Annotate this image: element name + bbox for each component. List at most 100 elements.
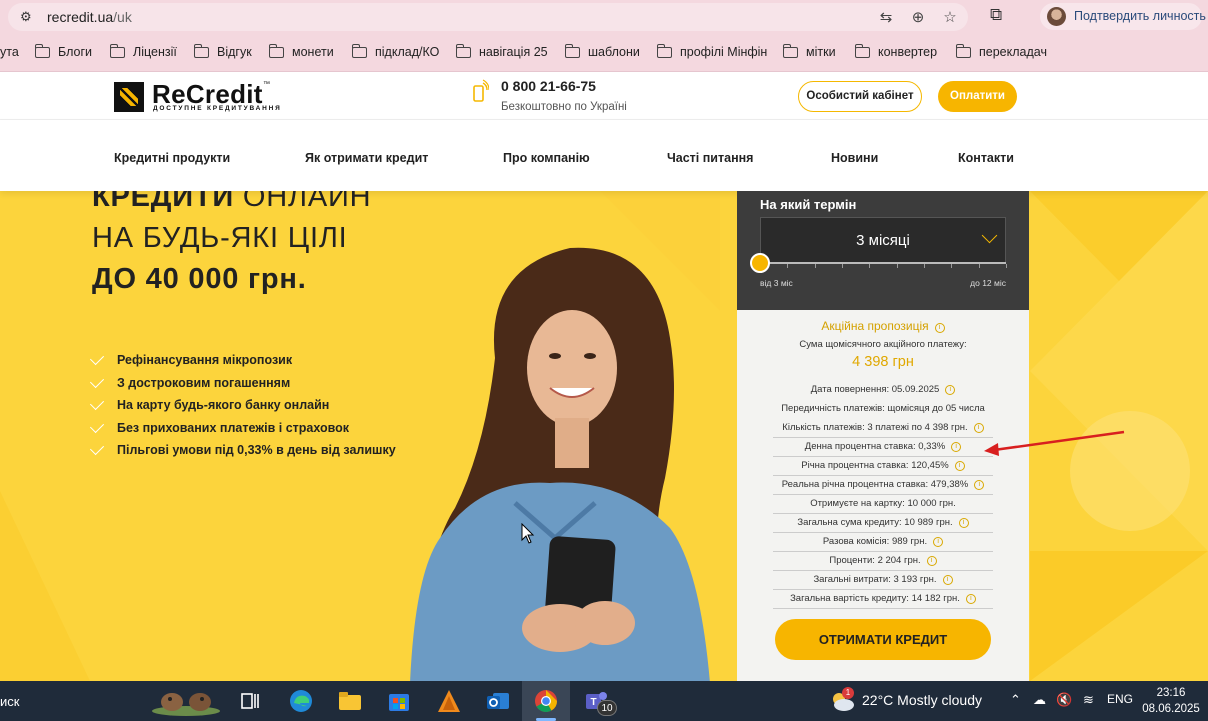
slider-tick bbox=[814, 264, 816, 268]
nav-item-about[interactable]: Про компанію bbox=[503, 151, 590, 165]
check-icon bbox=[89, 395, 105, 411]
personal-cabinet-button[interactable]: Особистий кабінет bbox=[798, 81, 922, 112]
zoom-icon[interactable]: ⊕ bbox=[908, 8, 928, 26]
weather-text[interactable]: 22°C Mostly cloudy bbox=[862, 692, 982, 708]
offer-row-text: Передичність платежів: щомісяця до 05 чи… bbox=[781, 403, 985, 414]
star-icon[interactable]: ☆ bbox=[940, 8, 960, 26]
hero-title-rest: ОНЛАЙН bbox=[234, 191, 372, 213]
bookmark-folder[interactable]: профілі Мінфін bbox=[656, 43, 767, 59]
term-slider-handle[interactable] bbox=[750, 253, 770, 273]
phone-icon bbox=[473, 79, 489, 102]
offer-row-text: Отримуєте на картку: 10 000 грн. bbox=[810, 498, 956, 509]
info-icon[interactable]: i bbox=[951, 442, 962, 452]
bookmark-folder[interactable]: підклад/КО bbox=[351, 43, 440, 59]
task-view-icon[interactable] bbox=[238, 688, 264, 714]
wifi-icon[interactable]: ≋ bbox=[1083, 692, 1094, 708]
outlook-icon[interactable] bbox=[485, 688, 511, 714]
browser-toolbar: ⚙ recredit.ua/uk ⇆ ⊕ ☆ ⧉ Подтвердить лич… bbox=[0, 0, 1208, 34]
info-icon[interactable]: i bbox=[934, 323, 945, 333]
term-max-label: до 12 міс bbox=[970, 278, 1006, 288]
hero-subtitle: НА БУДЬ-ЯКІ ЦІЛІ bbox=[92, 222, 348, 254]
offer-details: Акційна пропозиція i Сума щомісячного акц… bbox=[737, 310, 1029, 681]
term-min-label: від 3 міс bbox=[760, 278, 793, 288]
bookmark-folder[interactable]: Відгук bbox=[193, 43, 252, 59]
offer-row: Отримуєте на картку: 10 000 грн. bbox=[773, 495, 993, 514]
nav-item-credit-products[interactable]: Кредитні продукти bbox=[114, 151, 230, 165]
info-icon[interactable]: i bbox=[926, 556, 937, 566]
taskbar-search[interactable]: иск bbox=[0, 694, 19, 709]
bookmark-label: навігація 25 bbox=[479, 45, 548, 59]
onedrive-cloud-icon[interactable]: ☁ bbox=[1033, 692, 1046, 708]
offer-row: Загальні витрати: 3 193 грн. i bbox=[773, 571, 993, 590]
offer-row-text: Річна процентна ставка: 120,45% bbox=[801, 460, 949, 471]
promo-subtitle: Сума щомісячного акційного платежу: bbox=[799, 339, 967, 350]
chrome-icon[interactable] bbox=[533, 688, 559, 714]
bookmark-folder[interactable]: конвертер bbox=[854, 43, 937, 59]
volume-muted-icon[interactable]: 🔇 bbox=[1056, 692, 1072, 708]
term-select[interactable]: 3 місяці bbox=[760, 217, 1006, 263]
bookmark-folder[interactable]: монети bbox=[268, 43, 334, 59]
offer-rows: Дата повернення: 05.09.2025 i Передичність… bbox=[773, 381, 993, 609]
slider-tick bbox=[869, 264, 871, 268]
logo-mark-icon[interactable] bbox=[114, 82, 144, 112]
extensions-icon[interactable]: ⧉ bbox=[990, 5, 1002, 25]
bookmark-label: ута bbox=[0, 45, 19, 59]
edge-browser-icon[interactable] bbox=[288, 688, 314, 714]
pay-button[interactable]: Оплатити bbox=[938, 81, 1017, 112]
bookmark-folder[interactable]: шаблони bbox=[564, 43, 640, 59]
offer-row-text: Загальні витрати: 3 193 грн. bbox=[813, 574, 937, 585]
feature-text: Рефінансування мікропозик bbox=[117, 353, 293, 367]
bookmark-folder[interactable]: навігація 25 bbox=[455, 43, 548, 59]
bookmark-folder[interactable]: мітки bbox=[782, 43, 836, 59]
promo-amount: 4 398 грн bbox=[852, 354, 914, 370]
app-orange-icon[interactable] bbox=[436, 688, 462, 714]
url-text[interactable]: recredit.ua/uk bbox=[47, 9, 132, 25]
term-slider[interactable] bbox=[760, 262, 1006, 264]
bookmark-folder[interactable]: перекладач bbox=[955, 43, 1047, 59]
nav-item-how-to-get-credit[interactable]: Як отримати кредит bbox=[305, 151, 428, 165]
feature-text: На карту будь-якого банку онлайн bbox=[117, 398, 330, 412]
nav-item-faq[interactable]: Часті питання bbox=[667, 151, 753, 165]
microsoft-store-icon[interactable] bbox=[386, 688, 412, 714]
main-navigation: Кредитні продукти Як отримати кредит Про… bbox=[0, 120, 1208, 191]
nav-item-contacts[interactable]: Контакти bbox=[958, 151, 1014, 165]
info-icon[interactable]: i bbox=[954, 461, 965, 471]
offer-row-text: Проценти: 2 204 грн. bbox=[829, 555, 921, 566]
site-settings-icon[interactable]: ⚙ bbox=[20, 9, 38, 25]
info-icon[interactable]: i bbox=[965, 594, 976, 604]
check-icon bbox=[89, 440, 105, 456]
folder-icon bbox=[193, 43, 209, 58]
term-value: 3 місяці bbox=[856, 232, 910, 249]
bookmark-item[interactable]: ута bbox=[0, 45, 19, 59]
profile-button[interactable]: Подтвердить личность bbox=[1040, 3, 1206, 30]
address-bar[interactable]: ⚙ recredit.ua/uk ⇆ ⊕ ☆ bbox=[8, 3, 968, 31]
slider-tick bbox=[842, 264, 843, 268]
offer-row: Передичність платежів: щомісяця до 05 чи… bbox=[773, 400, 993, 419]
info-icon[interactable]: i bbox=[958, 518, 969, 528]
info-icon[interactable]: i bbox=[942, 575, 953, 585]
bookmark-folder[interactable]: Блоги bbox=[34, 43, 92, 59]
nav-item-news[interactable]: Новини bbox=[831, 151, 878, 165]
info-icon[interactable]: i bbox=[974, 480, 985, 490]
logo-trademark: ™ bbox=[263, 81, 270, 88]
translate-icon[interactable]: ⇆ bbox=[876, 8, 896, 26]
promo-title: Акційна пропозиція i bbox=[737, 319, 1029, 333]
bookmarks-bar: ута Блоги Ліцензії Відгук монети підклад… bbox=[0, 34, 1208, 72]
bookmark-folder[interactable]: Ліцензії bbox=[109, 43, 177, 59]
offer-row: Загальна вартість кредиту: 14 182 грн. i bbox=[773, 590, 993, 609]
logo-tagline: ДОСТУПНЕ КРЕДИТУВАННЯ bbox=[153, 105, 282, 112]
offer-row: Реальна річна процентна ставка: 479,38% i bbox=[773, 476, 993, 495]
language-indicator[interactable]: ENG bbox=[1107, 692, 1133, 706]
folder-icon bbox=[109, 43, 125, 58]
folder-icon bbox=[564, 43, 580, 58]
bookmark-label: підклад/КО bbox=[375, 45, 440, 59]
taskbar-clock[interactable]: 23:16 08.06.2025 bbox=[1142, 685, 1200, 717]
get-credit-button[interactable]: ОТРИМАТИ КРЕДИТ bbox=[775, 619, 991, 660]
info-icon[interactable]: i bbox=[945, 385, 956, 395]
info-icon[interactable]: i bbox=[933, 537, 944, 547]
phone-number[interactable]: 0 800 21-66-75 bbox=[501, 78, 596, 94]
folder-icon bbox=[268, 43, 284, 58]
slider-tick bbox=[896, 264, 898, 268]
file-explorer-icon[interactable] bbox=[337, 688, 363, 714]
tray-chevron-up-icon[interactable]: ⌃ bbox=[1010, 692, 1021, 708]
